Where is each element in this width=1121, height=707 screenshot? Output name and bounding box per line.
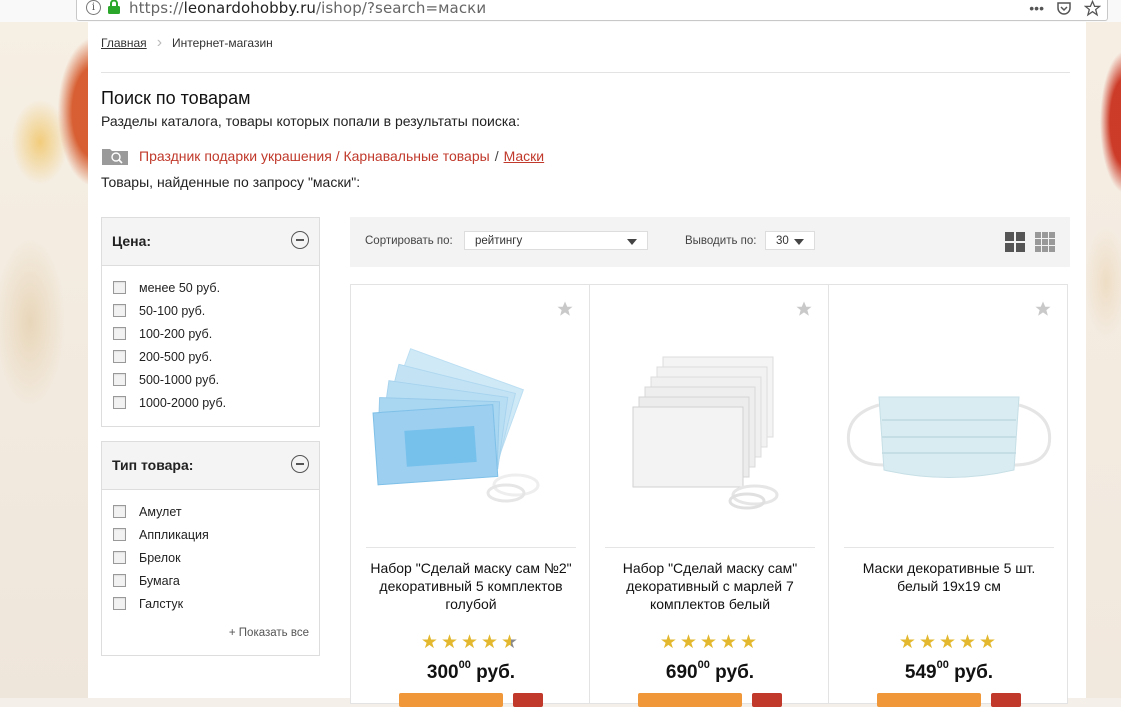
product-card[interactable]: Набор "Сделай маску сам №2" декоративный… — [350, 284, 590, 707]
quick-action-button[interactable] — [991, 693, 1021, 707]
lock-icon — [108, 0, 120, 14]
filter-option[interactable]: Галстук — [113, 592, 319, 615]
checkbox[interactable] — [113, 281, 126, 294]
favorite-star-icon[interactable] — [795, 300, 813, 318]
grid-large-view-icon[interactable] — [1005, 232, 1025, 252]
divider — [844, 547, 1054, 548]
product-name[interactable]: Маски декоративные 5 шт. белый 19x19 см — [841, 559, 1057, 595]
checkbox[interactable] — [113, 505, 126, 518]
add-to-cart-button[interactable] — [399, 693, 503, 707]
favorite-star-icon[interactable] — [1034, 300, 1052, 318]
filter-price: Цена: менее 50 руб. 50-100 руб. 100-200 … — [101, 217, 320, 427]
folder-search-icon — [102, 149, 128, 165]
page-subtitle: Разделы каталога, товары которых попали … — [101, 113, 520, 129]
category-path-link[interactable]: Праздник подарки украшения / Карнавальны… — [139, 148, 490, 164]
checkbox[interactable] — [113, 373, 126, 386]
bookmark-star-icon[interactable] — [1084, 0, 1101, 17]
product-rating: ★★★★★ — [420, 632, 522, 653]
product-name[interactable]: Набор "Сделай маску сам" декоративный с … — [602, 559, 818, 613]
filter-option[interactable]: 100-200 руб. — [113, 322, 319, 345]
collapse-minus-icon[interactable] — [291, 231, 309, 249]
product-image[interactable] — [605, 325, 815, 525]
info-icon[interactable]: i — [86, 0, 101, 15]
main-content: Главная › Интернет-магазин Поиск по това… — [88, 22, 1086, 707]
quick-action-button[interactable] — [513, 693, 543, 707]
checkbox[interactable] — [113, 304, 126, 317]
product-price: 30000 руб. — [426, 659, 516, 683]
grid-small-view-icon[interactable] — [1035, 232, 1055, 252]
filter-price-header[interactable]: Цена: — [102, 218, 319, 266]
dropdown-arrow-icon — [627, 239, 637, 245]
product-card[interactable]: Маски декоративные 5 шт. белый 19x19 см … — [828, 284, 1068, 707]
favorite-star-icon[interactable] — [556, 300, 574, 318]
divider — [366, 547, 576, 548]
breadcrumb-home-link[interactable]: Главная — [101, 36, 147, 50]
category-result: Праздник подарки украшения / Карнавальны… — [101, 146, 544, 166]
dropdown-arrow-icon — [794, 239, 804, 245]
url-text[interactable]: https://leonardohobby.ru/ishop/?search=м… — [129, 0, 486, 17]
filter-type-title: Тип товара: — [112, 457, 194, 473]
breadcrumb-current: Интернет-магазин — [172, 36, 273, 50]
product-grid: Набор "Сделай маску сам №2" декоративный… — [350, 284, 1070, 707]
checkbox[interactable] — [113, 327, 126, 340]
filter-option[interactable]: менее 50 руб. — [113, 276, 319, 299]
filter-option[interactable]: 50-100 руб. — [113, 299, 319, 322]
add-to-cart-button[interactable] — [877, 693, 981, 707]
decorative-background-right — [1086, 22, 1121, 698]
product-price: 69000 руб. — [665, 659, 755, 683]
filter-option[interactable]: Бумага — [113, 569, 319, 592]
filter-option[interactable]: 1000-2000 руб. — [113, 391, 319, 414]
filter-price-title: Цена: — [112, 233, 152, 249]
checkbox[interactable] — [113, 350, 126, 363]
page-title: Поиск по товарам — [101, 88, 251, 108]
filter-option[interactable]: Брелок — [113, 546, 319, 569]
product-price: 54900 руб. — [904, 659, 994, 683]
per-page-label: Выводить по: — [685, 235, 757, 247]
pocket-icon[interactable] — [1056, 0, 1072, 16]
found-products-label: Товары, найденные по запросу "маски": — [101, 174, 361, 190]
checkbox[interactable] — [113, 551, 126, 564]
quick-action-button[interactable] — [752, 693, 782, 707]
breadcrumb: Главная › Интернет-магазин — [101, 34, 273, 51]
filter-type-header[interactable]: Тип товара: — [102, 442, 319, 490]
filter-option[interactable]: 500-1000 руб. — [113, 368, 319, 391]
product-rating: ★★★★★ — [659, 632, 761, 653]
checkbox[interactable] — [113, 528, 126, 541]
product-image[interactable] — [844, 325, 1054, 525]
divider — [605, 547, 815, 548]
filter-option[interactable]: Аппликация — [113, 523, 319, 546]
category-leaf-link[interactable]: Маски — [504, 148, 545, 164]
decorative-background-left — [0, 22, 88, 698]
show-all-link[interactable]: + Показать все — [102, 621, 319, 649]
breadcrumb-chevron-icon: › — [156, 34, 163, 51]
address-bar[interactable]: i https://leonardohobby.ru/ishop/?search… — [76, 0, 1108, 21]
filter-type: Тип товара: Амулет Аппликация Брелок Бум… — [101, 441, 320, 656]
product-rating: ★★★★★ — [898, 632, 1000, 653]
sort-select[interactable]: рейтингу — [464, 231, 648, 250]
product-name[interactable]: Набор "Сделай маску сам №2" декоративный… — [363, 559, 579, 613]
divider — [101, 72, 1070, 73]
page-actions-icon[interactable]: ••• — [1029, 0, 1044, 16]
browser-toolbar: i https://leonardohobby.ru/ishop/?search… — [0, 0, 1121, 23]
category-separator: / — [494, 148, 499, 164]
product-image[interactable] — [366, 325, 576, 525]
add-to-cart-button[interactable] — [638, 693, 742, 707]
product-card[interactable]: Набор "Сделай маску сам" декоративный с … — [589, 284, 829, 707]
filter-option[interactable]: 200-500 руб. — [113, 345, 319, 368]
per-page-select[interactable]: 30 — [765, 231, 815, 250]
sort-bar: Сортировать по: рейтингу Выводить по: 30 — [350, 217, 1070, 267]
checkbox[interactable] — [113, 396, 126, 409]
collapse-minus-icon[interactable] — [291, 455, 309, 473]
filter-option[interactable]: Амулет — [113, 500, 319, 523]
checkbox[interactable] — [113, 574, 126, 587]
sort-label: Сортировать по: — [365, 235, 453, 247]
checkbox[interactable] — [113, 597, 126, 610]
